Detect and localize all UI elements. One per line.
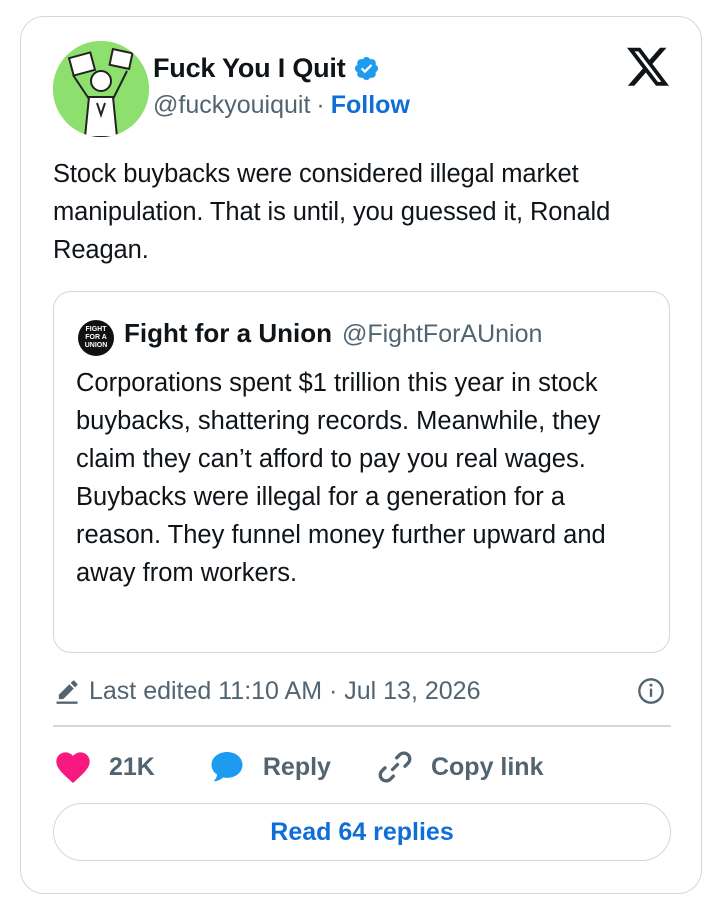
copy-link-label: Copy link (430, 752, 544, 781)
quoted-tweet[interactable]: FIGHT FOR A UNION Fight for a Union @Fig… (53, 291, 670, 653)
author-avatar[interactable] (53, 41, 149, 137)
author-handle[interactable]: @fuckyouiquit (153, 91, 310, 120)
embedded-tweet-card[interactable]: Fuck You I Quit @fuckyouiquit · Follow S… (20, 16, 702, 894)
like-count: 21K (109, 752, 155, 781)
reply-button[interactable]: Reply (207, 747, 331, 787)
verified-badge-icon (354, 56, 378, 81)
x-logo-icon[interactable] (627, 47, 669, 87)
follow-button[interactable]: Follow (331, 91, 410, 120)
handle-separator: · (316, 91, 325, 119)
link-icon (378, 751, 412, 783)
avatar-text-line: FIGHT (85, 326, 107, 333)
avatar-text-line: FOR A (85, 334, 107, 341)
quoted-author-avatar[interactable]: FIGHT FOR A UNION (78, 320, 114, 356)
avatar-illustration-icon (53, 41, 149, 137)
quoted-author-name[interactable]: Fight for a Union (124, 318, 332, 349)
info-icon[interactable] (637, 677, 665, 705)
reply-label: Reply (262, 752, 331, 781)
heart-icon (56, 752, 90, 783)
author-name[interactable]: Fuck You I Quit (153, 53, 346, 84)
quoted-tweet-text: Corporations spent $1 trillion this year… (76, 369, 606, 587)
avatar-text-line: UNION (84, 342, 108, 349)
last-edited-timestamp[interactable]: Last edited 11:10 AM · Jul 13, 2026 (89, 677, 480, 706)
divider (53, 725, 671, 727)
copy-link-button[interactable]: Copy link (375, 747, 544, 787)
like-button[interactable]: 21K (53, 747, 155, 787)
read-replies-button[interactable]: Read 64 replies (53, 803, 671, 861)
quoted-author-handle[interactable]: @FightForAUnion (342, 320, 542, 349)
tweet-text: Stock buybacks were considered illegal m… (53, 160, 611, 264)
pencil-icon (56, 680, 78, 704)
speech-bubble-icon (211, 752, 243, 782)
